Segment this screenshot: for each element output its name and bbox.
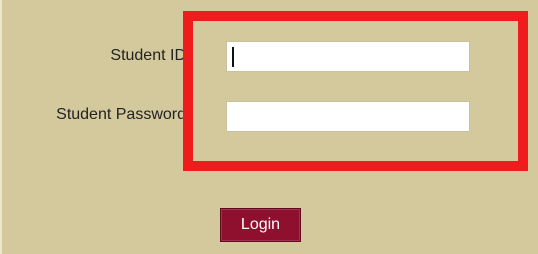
student-password-input[interactable] xyxy=(226,101,470,132)
annotation-highlight-box xyxy=(183,11,528,171)
student-id-label: Student ID xyxy=(110,47,186,64)
student-id-input[interactable] xyxy=(226,41,470,72)
panel-left-edge xyxy=(0,0,2,254)
login-panel: Student ID Student Password Login xyxy=(0,0,538,254)
login-button[interactable]: Login xyxy=(220,208,301,242)
text-cursor xyxy=(232,47,234,67)
student-password-label: Student Password xyxy=(56,106,186,123)
